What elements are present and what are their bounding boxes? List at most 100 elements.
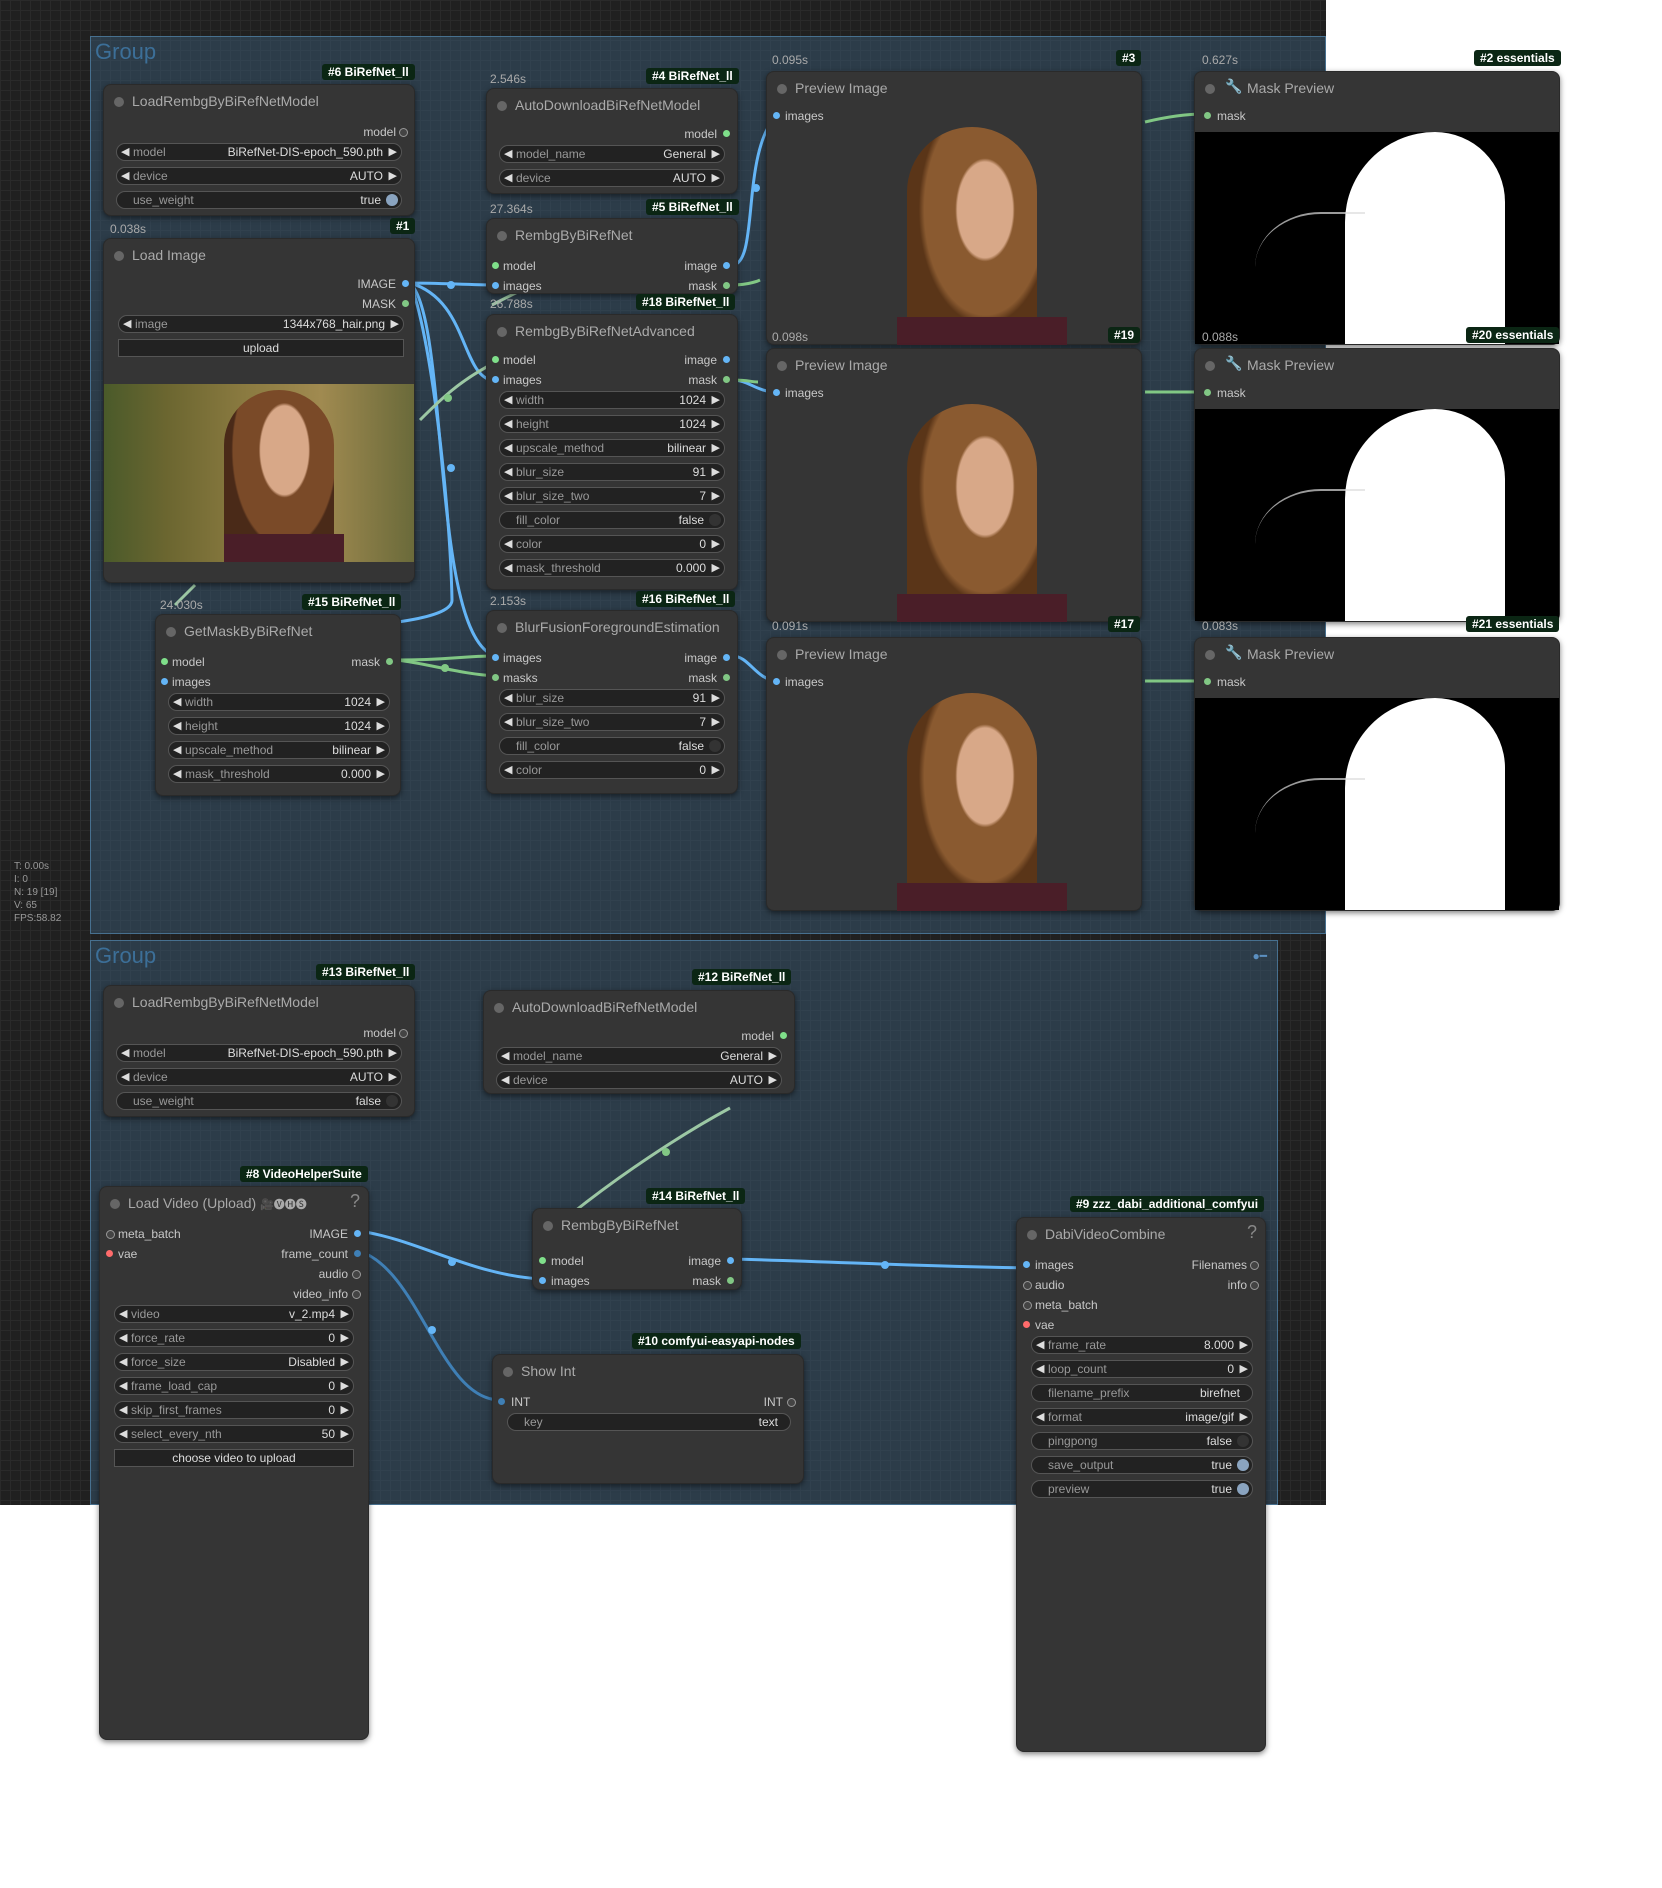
input-images-slot[interactable]: [161, 678, 168, 685]
output-mask-slot[interactable]: [723, 282, 730, 289]
mask-threshold-number[interactable]: ◀ mask_threshold 0.000 ▶: [168, 765, 390, 783]
height-number[interactable]: ◀ height 1024 ▶: [168, 717, 390, 735]
input-images-slot[interactable]: [492, 654, 499, 661]
input-images-slot[interactable]: [492, 376, 499, 383]
collapse-dot[interactable]: [110, 1199, 120, 1209]
input-masks-slot[interactable]: [492, 674, 499, 681]
collapse-dot[interactable]: [1205, 650, 1215, 660]
color-number[interactable]: ◀ color 0 ▶: [499, 535, 725, 553]
collapse-dot[interactable]: [777, 650, 787, 660]
node-load-rembg-model-6[interactable]: LoadRembgByBiRefNetModel model ◀ model BiR…: [103, 84, 415, 216]
output-audio-slot[interactable]: [352, 1270, 361, 1279]
collapse-dot[interactable]: [1205, 84, 1215, 94]
output-info-slot[interactable]: [1250, 1281, 1259, 1290]
upscale-method-combo[interactable]: ◀ upscale_method bilinear ▶: [168, 741, 390, 759]
help-icon[interactable]: ?: [1247, 1222, 1257, 1243]
collapse-dot[interactable]: [777, 84, 787, 94]
input-mask-slot[interactable]: [1204, 112, 1211, 119]
width-number[interactable]: ◀ width 1024 ▶: [499, 391, 725, 409]
output-image-slot[interactable]: [727, 1257, 734, 1264]
filename-prefix-field[interactable]: filename_prefix birefnet: [1031, 1384, 1253, 1402]
input-model-slot[interactable]: [492, 262, 499, 269]
blur-size-two-number[interactable]: ◀ blur_size_two 7 ▶: [499, 487, 725, 505]
collapse-dot[interactable]: [543, 1221, 553, 1231]
output-mask-slot[interactable]: [723, 674, 730, 681]
output-video-info-slot[interactable]: [352, 1290, 361, 1299]
output-mask-slot[interactable]: [402, 300, 409, 307]
save-output-toggle[interactable]: save_output true: [1031, 1456, 1253, 1474]
model-combo[interactable]: ◀ model BiRefNet-DIS-epoch_590.pth ▶: [116, 143, 402, 161]
collapse-dot[interactable]: [497, 231, 507, 241]
collapse-dot[interactable]: [497, 623, 507, 633]
input-int-slot[interactable]: [498, 1398, 505, 1405]
collapse-dot[interactable]: [114, 97, 124, 107]
fill-color-toggle[interactable]: fill_color false: [499, 511, 725, 529]
input-model-slot[interactable]: [161, 658, 168, 665]
format-combo[interactable]: ◀ format image/gif ▶: [1031, 1408, 1253, 1426]
output-model-slot[interactable]: [780, 1032, 787, 1039]
input-images-slot[interactable]: [773, 389, 780, 396]
image-combo[interactable]: ◀ image 1344x768_hair.png ▶: [118, 315, 404, 333]
color-number[interactable]: ◀ color 0 ▶: [499, 761, 725, 779]
upload-button[interactable]: upload: [118, 339, 404, 357]
node-autodownload-12[interactable]: AutoDownloadBiRefNetModel model ◀ model_n…: [483, 990, 795, 1094]
height-number[interactable]: ◀ height 1024 ▶: [499, 415, 725, 433]
width-number[interactable]: ◀ width 1024 ▶: [168, 693, 390, 711]
collapse-dot[interactable]: [114, 251, 124, 261]
node-mask-preview-2[interactable]: 🔧 Mask Preview mask: [1194, 71, 1560, 345]
output-image-slot[interactable]: [354, 1230, 361, 1237]
node-preview-image-3[interactable]: Preview Image images: [766, 71, 1142, 345]
upscale-method-combo[interactable]: ◀ upscale_method bilinear ▶: [499, 439, 725, 457]
input-images-slot[interactable]: [539, 1277, 546, 1284]
node-dabi-video-combine-9[interactable]: DabiVideoCombine ? images audio meta_bat…: [1016, 1217, 1266, 1752]
output-mask-slot[interactable]: [723, 376, 730, 383]
output-int-slot[interactable]: [787, 1398, 796, 1407]
output-model-slot[interactable]: [399, 128, 408, 137]
output-image-slot[interactable]: [723, 356, 730, 363]
output-mask-slot[interactable]: [727, 1277, 734, 1284]
input-meta-batch-slot[interactable]: [1023, 1301, 1032, 1310]
collapse-dot[interactable]: [497, 101, 507, 111]
input-vae-slot[interactable]: [1023, 1321, 1030, 1328]
collapse-dot[interactable]: [777, 361, 787, 371]
node-show-int-10[interactable]: Show Int INT INT key text: [492, 1354, 804, 1484]
blur-size-two-number[interactable]: ◀ blur_size_two 7 ▶: [499, 713, 725, 731]
preview-toggle[interactable]: preview true: [1031, 1480, 1253, 1498]
device-combo[interactable]: ◀ device AUTO ▶: [116, 167, 402, 185]
output-image-slot[interactable]: [723, 262, 730, 269]
collapse-dot[interactable]: [114, 998, 124, 1008]
output-image-slot[interactable]: [402, 280, 409, 287]
device-combo[interactable]: ◀ device AUTO ▶: [116, 1068, 402, 1086]
pingpong-toggle[interactable]: pingpong false: [1031, 1432, 1253, 1450]
collapse-dot[interactable]: [494, 1003, 504, 1013]
output-image-slot[interactable]: [723, 654, 730, 661]
use-weight-toggle[interactable]: use_weight false: [116, 1092, 402, 1110]
mask-threshold-number[interactable]: ◀ mask_threshold 0.000 ▶: [499, 559, 725, 577]
use-weight-toggle[interactable]: use_weight true: [116, 191, 402, 209]
select-every-nth-number[interactable]: ◀ select_every_nth 50 ▶: [114, 1425, 354, 1443]
choose-video-button[interactable]: choose video to upload: [114, 1449, 354, 1467]
device-combo[interactable]: ◀ device AUTO ▶: [496, 1071, 782, 1089]
input-model-slot[interactable]: [539, 1257, 546, 1264]
blur-size-number[interactable]: ◀ blur_size 91 ▶: [499, 463, 725, 481]
force-rate-number[interactable]: ◀ force_rate 0 ▶: [114, 1329, 354, 1347]
input-meta-batch-slot[interactable]: [106, 1230, 115, 1239]
node-autodownload-4[interactable]: AutoDownloadBiRefNetModel model ◀ model_n…: [486, 88, 738, 194]
model-name-combo[interactable]: ◀ model_name General ▶: [496, 1047, 782, 1065]
node-blurfusion-16[interactable]: BlurFusionForegroundEstimation images ma…: [486, 610, 738, 794]
device-combo[interactable]: ◀ device AUTO ▶: [499, 169, 725, 187]
node-preview-image-19[interactable]: Preview Image images: [766, 348, 1142, 622]
collapse-dot[interactable]: [503, 1367, 513, 1377]
input-mask-slot[interactable]: [1204, 678, 1211, 685]
input-images-slot[interactable]: [773, 112, 780, 119]
input-images-slot[interactable]: [1023, 1261, 1030, 1268]
input-images-slot[interactable]: [492, 282, 499, 289]
node-load-video-8[interactable]: Load Video (Upload) 🎥🅥🅗🅢 ? meta_batch va…: [99, 1186, 369, 1740]
node-getmask-15[interactable]: GetMaskByBiRefNet model images mask ◀ wid…: [155, 614, 401, 796]
collapse-dot[interactable]: [166, 627, 176, 637]
output-mask-slot[interactable]: [386, 658, 393, 665]
node-rembg-5[interactable]: RembgByBiRefNet model images image mask: [486, 218, 738, 294]
help-icon[interactable]: ?: [350, 1191, 360, 1212]
output-filenames-slot[interactable]: [1250, 1261, 1259, 1270]
collapse-dot[interactable]: [497, 327, 507, 337]
